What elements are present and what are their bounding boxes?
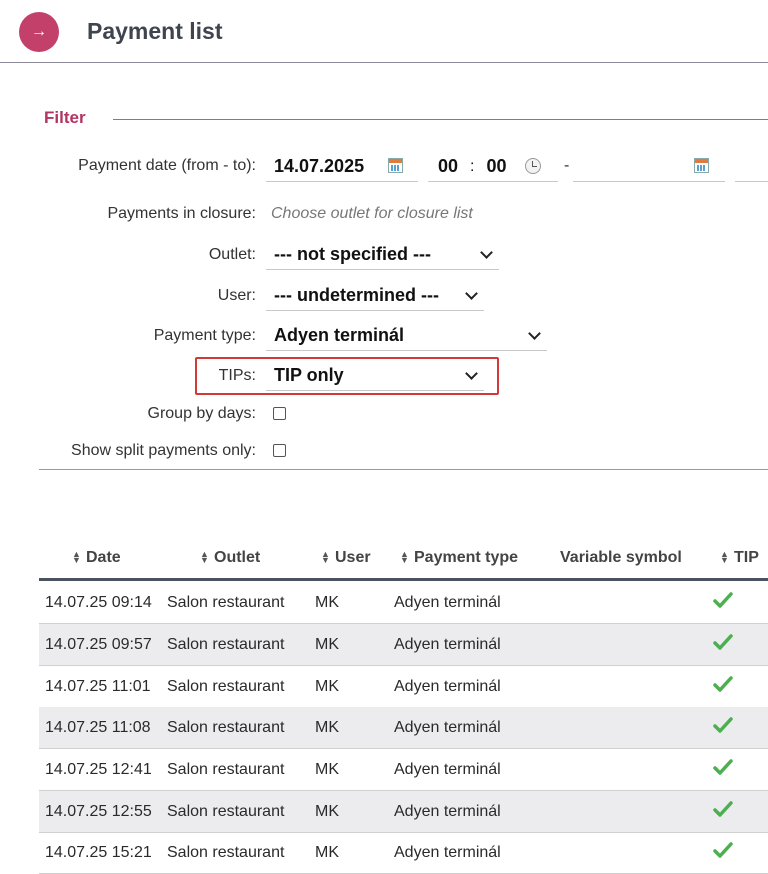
closure-placeholder: Choose outlet for closure list [271,205,473,222]
cell-payment-type: Adyen terminál [394,678,501,695]
back-arrow-button[interactable]: → [19,12,59,52]
cell-date: 14.07.25 09:14 [45,594,152,611]
table-header-divider [39,578,768,581]
minute-from-value: 00 [486,156,507,176]
sort-icon: ▲ ▼ [720,548,729,565]
checkmark-icon [713,676,733,692]
page-title: Payment list [87,18,223,44]
cell-date: 14.07.25 12:55 [45,803,152,820]
cell-payment-type: Adyen terminál [394,719,501,736]
chevron-down-icon [480,246,493,259]
cell-outlet: Salon restaurant [167,761,285,778]
date-to-input[interactable] [573,152,725,182]
chevron-down-icon [528,327,541,340]
group-by-days-label: Group by days: [147,405,257,422]
closure-label: Payments in closure: [107,205,256,222]
calendar-icon[interactable] [388,158,403,173]
cell-date: 14.07.25 11:08 [45,719,151,736]
table-row[interactable]: 14.07.25 09:57 Salon restaurant MK Adyen te… [39,624,768,666]
calendar-icon[interactable] [694,158,709,173]
cell-user: MK [315,678,339,695]
column-header-tip[interactable]: ▲ ▼ TIP [720,549,759,567]
outlet-select[interactable]: --- not specified --- [266,240,499,270]
checkmark-icon [713,592,733,608]
cell-user: MK [315,594,339,611]
page-header: → Payment list [0,0,768,63]
payment-date-label: Payment date (from - to): [78,157,256,174]
chevron-down-icon [465,287,478,300]
filter-divider [113,119,768,120]
sort-icon: ▲ ▼ [321,548,330,565]
time-to-input[interactable] [735,152,768,182]
tips-select[interactable]: TIP only [266,361,484,391]
cell-user: MK [315,803,339,820]
outlet-value: --- not specified --- [274,244,431,264]
payment-type-label: Payment type: [153,327,256,344]
user-label: User: [217,287,256,304]
sort-icon: ▲ ▼ [400,548,409,565]
cell-payment-type: Adyen terminál [394,636,501,653]
cell-date: 14.07.25 15:21 [45,844,152,861]
column-header-payment-type[interactable]: ▲ ▼ Payment type [400,549,518,567]
group-by-days-checkbox[interactable] [273,407,286,420]
cell-outlet: Salon restaurant [167,844,285,861]
cell-payment-type: Adyen terminál [394,803,501,820]
user-select[interactable]: --- undetermined --- [266,281,484,311]
date-from-value: 14.07.2025 [274,156,365,176]
cell-user: MK [315,761,339,778]
checkmark-icon [713,801,733,817]
cell-outlet: Salon restaurant [167,719,285,736]
date-from-input[interactable]: 14.07.2025 [266,152,418,182]
cell-outlet: Salon restaurant [167,803,285,820]
outlet-label: Outlet: [208,246,256,263]
range-separator: - [564,157,570,174]
cell-payment-type: Adyen terminál [394,761,501,778]
chevron-down-icon [465,367,478,380]
time-from-input[interactable]: 00 : 00 [428,152,558,182]
cell-outlet: Salon restaurant [167,678,285,695]
cell-payment-type: Adyen terminál [394,594,501,611]
checkmark-icon [713,842,733,858]
sort-icon: ▲ ▼ [200,548,209,565]
table-row[interactable]: 14.07.25 12:41 Salon restaurant MK Adyen te… [39,749,768,791]
column-header-variable-symbol: Variable symbol [560,549,682,566]
checkmark-icon [713,759,733,775]
column-header-date[interactable]: ▲ ▼ Date [72,549,121,567]
filter-section-title: Filter [44,108,86,127]
table-row[interactable]: 14.07.25 11:01 Salon restaurant MK Adyen te… [39,666,768,708]
filter-bottom-divider [39,469,768,470]
clock-icon[interactable] [525,158,541,174]
hour-from-value: 00 [438,156,459,176]
arrow-right-icon: → [31,23,47,40]
time-separator: : [470,157,475,175]
payment-type-value: Adyen terminál [274,325,405,345]
checkmark-icon [713,717,733,733]
column-header-outlet[interactable]: ▲ ▼ Outlet [200,549,260,567]
cell-date: 14.07.25 09:57 [45,636,152,653]
column-header-user[interactable]: ▲ ▼ User [321,549,371,567]
payment-type-select[interactable]: Adyen terminál [266,321,547,351]
sort-icon: ▲ ▼ [72,548,81,565]
cell-outlet: Salon restaurant [167,636,285,653]
tips-value: TIP only [274,365,344,385]
tips-label: TIPs: [218,367,256,384]
cell-payment-type: Adyen terminál [394,844,501,861]
split-payments-label: Show split payments only: [71,442,256,459]
split-payments-checkbox[interactable] [273,444,286,457]
user-value: --- undetermined --- [274,285,439,305]
cell-user: MK [315,636,339,653]
cell-date: 14.07.25 12:41 [45,761,152,778]
cell-date: 14.07.25 11:01 [45,678,151,695]
cell-user: MK [315,719,339,736]
cell-user: MK [315,844,339,861]
table-row[interactable]: 14.07.25 12:55 Salon restaurant MK Adyen te… [39,791,768,833]
table-row[interactable]: 14.07.25 11:08 Salon restaurant MK Adyen te… [39,707,768,749]
cell-outlet: Salon restaurant [167,594,285,611]
checkmark-icon [713,634,733,650]
table-row[interactable]: 14.07.25 09:14 Salon restaurant MK Adyen te… [39,582,768,624]
